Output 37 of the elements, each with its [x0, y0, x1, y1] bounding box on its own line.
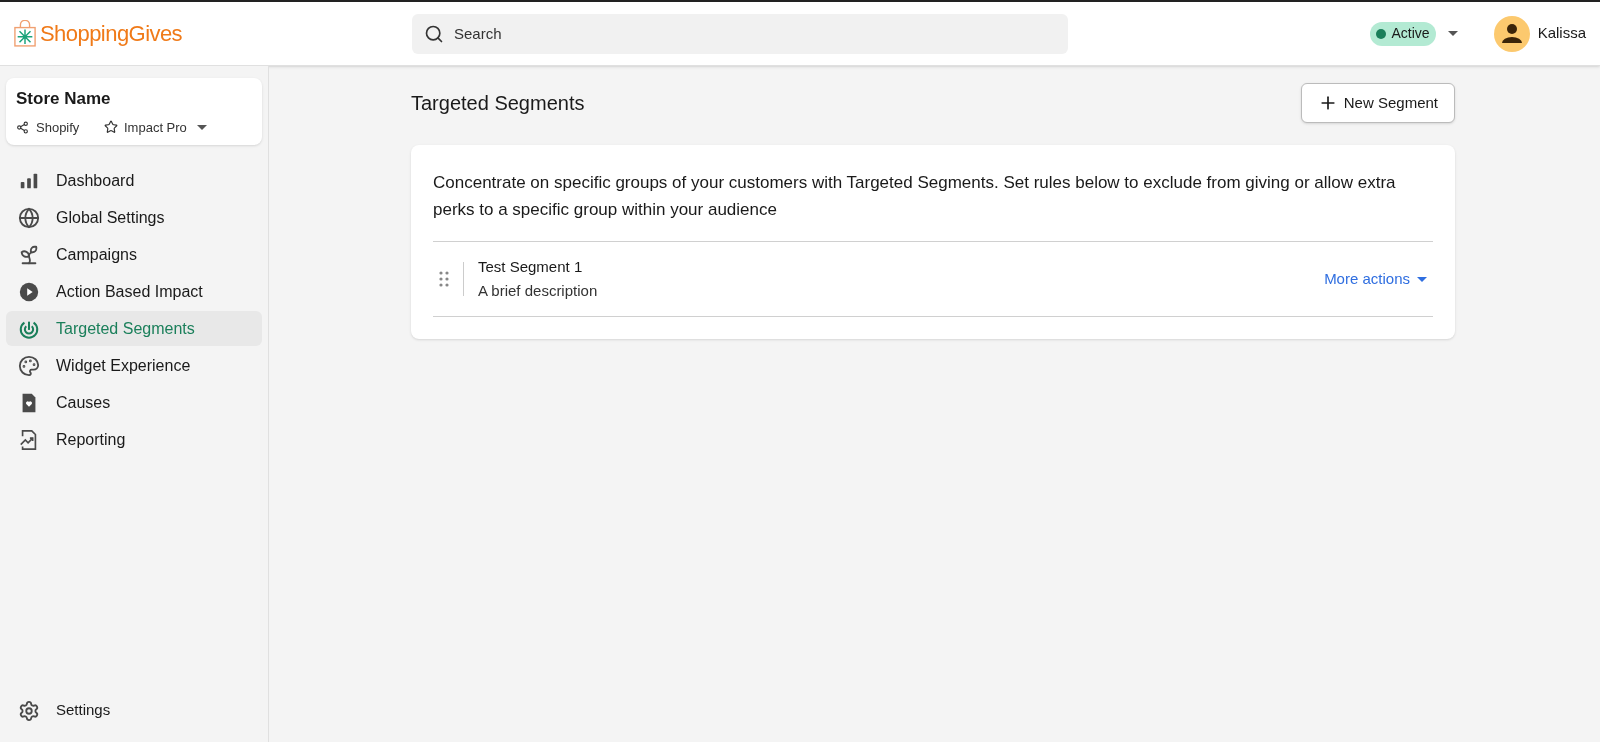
- sidebar-item[interactable]: Reporting: [6, 422, 262, 457]
- more-actions-link[interactable]: More actions: [1324, 267, 1427, 291]
- store-name: Store Name: [16, 88, 112, 110]
- brand-name: ShoppingGives: [40, 20, 183, 48]
- sidebar-item[interactable]: Causes: [6, 385, 262, 420]
- settings-icon: [18, 699, 40, 722]
- user-avatar-icon[interactable]: [1493, 15, 1530, 52]
- sidebar-item[interactable]: Action Based Impact: [6, 274, 262, 309]
- caret-icon: [1417, 276, 1427, 282]
- store-platform: Shopify: [36, 118, 81, 137]
- user-name: Kalissa: [1537, 23, 1586, 44]
- palette-icon: [18, 354, 40, 377]
- store-plan: Impact Pro: [124, 118, 187, 137]
- segment-name: Test Segment 1: [478, 256, 584, 277]
- shopping-bag-logo-icon: [14, 19, 36, 48]
- sidebar-item[interactable]: Widget Experience: [6, 348, 262, 383]
- star-icon: [104, 120, 118, 135]
- caret-icon: [1447, 31, 1458, 36]
- new-segment-button[interactable]: New Segment: [1300, 83, 1455, 123]
- page-title: Targeted Segments: [411, 91, 585, 116]
- sidebar-item[interactable]: Dashboard: [6, 163, 262, 198]
- status-badge[interactable]: Active: [1369, 21, 1436, 46]
- search-field[interactable]: Search: [412, 13, 1068, 54]
- sidebar-item[interactable]: Settings: [6, 693, 262, 728]
- segment-description: A brief description: [478, 281, 598, 301]
- globe-icon: [18, 206, 40, 229]
- sidebar-item[interactable]: Global Settings: [6, 200, 262, 235]
- sidebar-item[interactable]: Campaigns: [6, 237, 262, 272]
- sidebar-item[interactable]: Targeted Segments: [6, 311, 262, 346]
- share-icon: [16, 120, 29, 134]
- status-label: Active: [1391, 24, 1430, 43]
- play-icon: [18, 280, 40, 303]
- sprout-icon: [18, 243, 40, 266]
- drag-handle-icon[interactable]: [439, 271, 449, 287]
- caret-icon: [196, 124, 207, 130]
- search-icon: [424, 23, 444, 44]
- intro-text: Concentrate on specific groups of your customers with Targeted Segments. Set rules below to exclude from giving or allow extra perks to a specific group within your audience: [433, 172, 1397, 221]
